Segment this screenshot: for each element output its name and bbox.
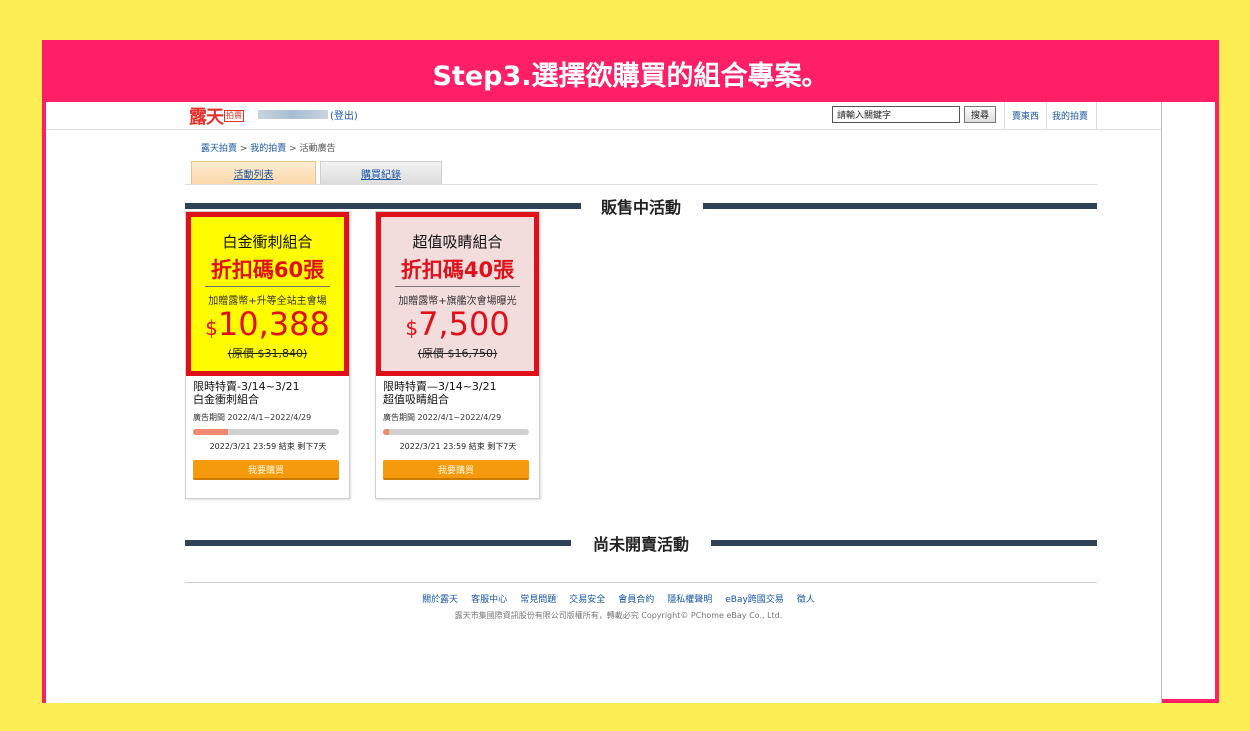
card-title-line2: 超值吸睛組合 xyxy=(383,393,449,406)
progress-track xyxy=(383,429,529,435)
logo-text: 露天 xyxy=(189,107,224,128)
logo-sub: 拍賣 xyxy=(224,110,244,122)
footer-divider xyxy=(185,582,1097,583)
tab-divider xyxy=(185,184,1097,185)
card-body: 限時特賣—3/14~3/21 超值吸睛組合 廣告期間 2022/4/1~2022… xyxy=(383,380,533,480)
footer-link[interactable]: 徵人 xyxy=(797,592,815,605)
promo-divider xyxy=(395,286,520,287)
breadcrumb-separator: > xyxy=(237,144,251,154)
top-divider xyxy=(1096,102,1097,130)
site-logo[interactable]: 露天 拍賣 xyxy=(189,103,244,129)
search-input[interactable] xyxy=(832,106,960,123)
copyright: 露天市集國際資訊股份有限公司版權所有，轉載必究 Copyright© PChom… xyxy=(454,611,783,620)
breadcrumb-current: 活動廣告 xyxy=(299,144,336,154)
currency-symbol: $ xyxy=(405,316,419,340)
currency-symbol: $ xyxy=(205,316,218,340)
my-auction-link[interactable]: 我的拍賣 xyxy=(1052,109,1088,122)
package-name: 超值吸睛組合 xyxy=(412,233,503,251)
top-bar: 露天 拍賣 (登出) 搜尋 賣東西 我的拍賣 xyxy=(46,102,1161,130)
breadcrumb-separator: > xyxy=(286,144,300,154)
screenshot-area: 露天 拍賣 (登出) 搜尋 賣東西 我的拍賣 露天拍賣 > 我的拍賣 > 活動廣… xyxy=(46,102,1162,703)
promo-divider xyxy=(205,286,330,287)
card-title-line1: 限時特賣-3/14~3/21 xyxy=(193,380,300,393)
footer-link[interactable]: 隱私權聲明 xyxy=(667,592,712,605)
package-price: $7,500 xyxy=(381,307,534,345)
logout-link[interactable]: (登出) xyxy=(330,107,358,122)
footer-link[interactable]: 交易安全 xyxy=(569,592,605,605)
buy-button[interactable]: 我要購買 xyxy=(383,460,529,480)
original-price: (原價 $16,750) xyxy=(417,347,498,360)
price-value: 7,500 xyxy=(418,305,510,343)
tab-activity-list[interactable]: 活動列表 xyxy=(191,161,316,184)
ad-period: 廣告期間 2022/4/1~2022/4/29 xyxy=(193,413,312,422)
package-card: 超值吸睛組合 折扣碼40張 加贈露幣+旗艦次會場曝光 $7,500 (原價 $1… xyxy=(375,211,540,499)
breadcrumb: 露天拍賣 > 我的拍賣 > 活動廣告 xyxy=(201,141,336,154)
card-title-line1: 限時特賣—3/14~3/21 xyxy=(383,380,497,393)
section-upcoming: 尚未開賣活動 xyxy=(185,531,1097,554)
tutorial-frame: Step3.選擇欲購買的組合專案。 露天 拍賣 (登出) 搜尋 賣東西 我的拍賣… xyxy=(42,40,1219,703)
section-on-sale-title: 販售中活動 xyxy=(592,198,689,217)
footer-link[interactable]: 關於露天 xyxy=(422,592,458,605)
footer-link[interactable]: 客服中心 xyxy=(471,592,507,605)
package-card: 白金衝刺組合 折扣碼60張 加贈露幣+升等全站主會場 $10,388 (原價 $… xyxy=(185,211,350,499)
masked-username xyxy=(258,110,328,119)
package-price: $10,388 xyxy=(191,307,344,345)
package-name: 白金衝刺組合 xyxy=(222,233,313,251)
breadcrumb-my[interactable]: 我的拍賣 xyxy=(250,144,286,154)
footer-link[interactable]: 常見問題 xyxy=(520,592,556,605)
progress-track xyxy=(193,429,339,435)
coupon-count: 折扣碼40張 xyxy=(400,258,515,282)
footer-link[interactable]: eBay跨國交易 xyxy=(725,592,784,605)
card-title-line2: 白金衝刺組合 xyxy=(193,393,259,406)
footer-links: 關於露天 客服中心 常見問題 交易安全 會員合約 隱私權聲明 eBay跨國交易 … xyxy=(46,592,1161,605)
sell-link[interactable]: 賣東西 xyxy=(1012,109,1039,122)
tab-purchase-history[interactable]: 購買紀錄 xyxy=(320,161,442,184)
breadcrumb-home[interactable]: 露天拍賣 xyxy=(201,144,237,154)
ad-period: 廣告期間 2022/4/1~2022/4/29 xyxy=(383,413,502,422)
step-banner: Step3.選擇欲購買的組合專案。 xyxy=(46,44,1215,102)
step-banner-title: Step3.選擇欲購買的組合專案。 xyxy=(432,60,829,92)
promo-panel[interactable]: 超值吸睛組合 折扣碼40張 加贈露幣+旗艦次會場曝光 $7,500 (原價 $1… xyxy=(376,212,539,376)
price-value: 10,388 xyxy=(217,305,330,343)
end-time: 2022/3/21 23:59 結束 剩下7天 xyxy=(399,442,517,451)
search-button[interactable]: 搜尋 xyxy=(964,106,996,123)
section-upcoming-title: 尚未開賣活動 xyxy=(584,535,697,554)
progress-fill xyxy=(383,429,389,435)
promo-panel[interactable]: 白金衝刺組合 折扣碼60張 加贈露幣+升等全站主會場 $10,388 (原價 $… xyxy=(186,212,349,376)
progress-fill xyxy=(193,429,229,435)
coupon-count: 折扣碼60張 xyxy=(210,258,325,282)
card-body: 限時特賣-3/14~3/21 白金衝刺組合 廣告期間 2022/4/1~2022… xyxy=(193,380,343,480)
top-divider xyxy=(1046,102,1047,130)
buy-button[interactable]: 我要購買 xyxy=(193,460,339,480)
top-divider xyxy=(1004,102,1005,130)
footer-link[interactable]: 會員合約 xyxy=(618,592,654,605)
original-price: (原價 $31,840) xyxy=(227,347,308,360)
end-time: 2022/3/21 23:59 結束 剩下7天 xyxy=(209,442,327,451)
